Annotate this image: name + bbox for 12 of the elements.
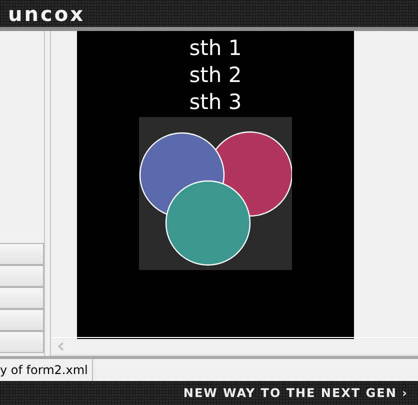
canvas-text: sth 3 <box>189 89 242 116</box>
logo: uncox <box>8 4 85 24</box>
scroll-left-icon[interactable] <box>57 342 64 351</box>
panel-button[interactable] <box>0 309 44 331</box>
document-tab[interactable]: y of form2.xml <box>0 359 93 381</box>
canvas-text: sth 1 <box>189 35 242 62</box>
tagline: NEW WAY TO THE NEXT GEN › <box>183 386 408 400</box>
panel-button[interactable] <box>0 331 44 353</box>
panel-button[interactable] <box>0 265 44 287</box>
panel-button[interactable] <box>0 243 44 265</box>
panel-button[interactable] <box>0 287 44 309</box>
canvas-text: sth 2 <box>189 62 242 89</box>
